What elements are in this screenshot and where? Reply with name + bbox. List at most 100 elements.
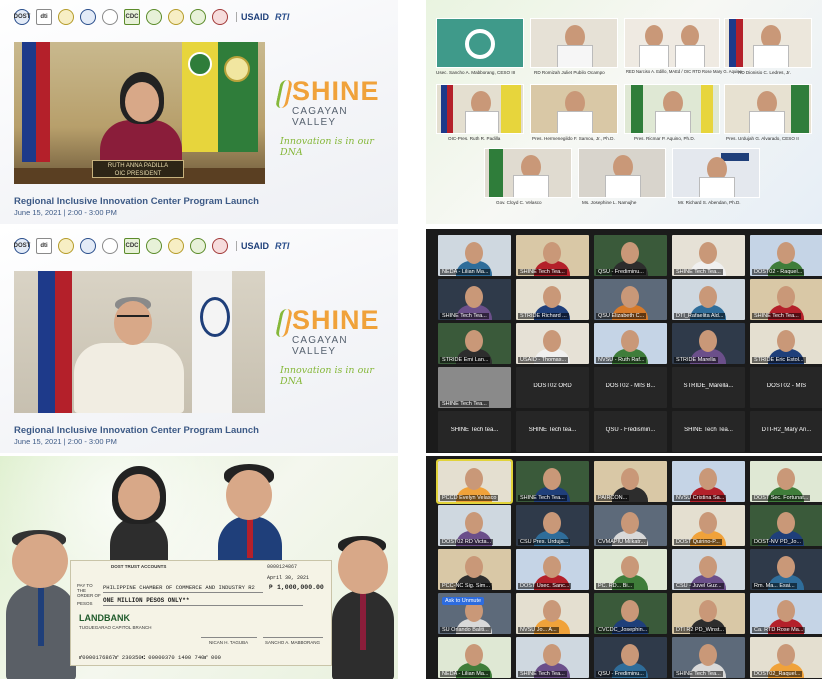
participant-tile-camera-off[interactable]: SHINE Tech tea...	[438, 411, 511, 452]
cheque-account-header: DOST TRUST ACCOUNTS	[111, 564, 167, 569]
participant-name: DOST02 - MIS B...	[605, 383, 656, 389]
participant-tile[interactable]: QSU - Frediminu...	[594, 235, 667, 276]
participant-name: SHINE Tech Tea...	[518, 671, 567, 677]
participant-name: Rm. Ma... Esai...	[752, 583, 797, 589]
participant-tile[interactable]: Ca. RTD Rose Ma...	[750, 593, 822, 634]
participant-face	[777, 600, 795, 622]
participant-face	[699, 512, 717, 534]
participant-tile[interactable]: DOST02 RD Victa...	[438, 505, 511, 546]
participant-tile[interactable]: NEDA - Lilian Ma...	[438, 235, 511, 276]
participant-face	[543, 644, 561, 666]
participant-tile[interactable]: SHINE Tech Tea...	[516, 235, 589, 276]
state-university-seal-logo	[168, 238, 184, 254]
participant-tile[interactable]: CSU Pres. Urduja...	[516, 505, 589, 546]
participant-tile[interactable]: STRIDE Marella	[672, 323, 745, 364]
speaker-face	[125, 82, 159, 122]
participant-name: NVSU Jo... A...	[518, 627, 559, 633]
participant-tile[interactable]: DOST02_Raquel...	[750, 637, 822, 678]
participant-tile-camera-off[interactable]: DOST02 ORD	[516, 367, 589, 408]
participant-tile-camera-off[interactable]: DTI-R2_Mary An...	[750, 411, 822, 452]
participant-tile[interactable]: SU Orlando Baliti... Ask to Unmute	[438, 593, 511, 634]
speaker-body	[74, 343, 184, 413]
participant-tile[interactable]: SHINE Tech Tea...	[516, 461, 589, 502]
participant-tile[interactable]: STRIDE Emi Lan...	[438, 323, 511, 364]
shine-brand: SHINE CAGAYAN VALLEY Innovation is in ou…	[275, 305, 390, 387]
ask-to-unmute-button[interactable]: Ask to Unmute	[442, 597, 485, 605]
participant-tile[interactable]: SHINE Tech Tea...	[672, 637, 745, 678]
agency-seal-logo	[80, 238, 96, 254]
participant-tile[interactable]: NVSU Jo... A...	[516, 593, 589, 634]
participant-tile[interactable]: NVSU Cristina Sa...	[672, 461, 745, 502]
signing-caption: Usec. Sancho A. Mabborang, CESO III	[436, 70, 516, 75]
participant-name: STRIDE Emi Lan...	[440, 357, 491, 363]
participant-face	[543, 242, 561, 264]
participant-tile[interactable]: SHINE Tech Tea...	[750, 279, 822, 320]
signing-caption: RD Romizah Juliet Pubilo Ocampo	[534, 70, 605, 75]
participant-face	[699, 286, 717, 308]
participant-tile-camera-off[interactable]: SHINE Tech Tea...	[672, 411, 745, 452]
rti-logo: RTI	[275, 241, 290, 251]
signing-photo	[724, 84, 812, 134]
event-datetime: June 15, 2021 | 2:00 - 3:00 PM	[14, 208, 117, 217]
participant-tile[interactable]: USAID - Thomas...	[516, 323, 589, 364]
participant-tile[interactable]: QSU - Frediminu...	[594, 637, 667, 678]
participant-tile[interactable]: SHINE Tech Tea...	[438, 279, 511, 320]
participant-name: PC. RD... Bi...	[596, 583, 635, 589]
participant-name: DOST02 RD Victa...	[440, 539, 494, 545]
participant-tile[interactable]: NVSU - Ruth Raf...	[594, 323, 667, 364]
participant-face	[465, 512, 483, 534]
participant-tile[interactable]: SHINE Tech Tea...	[438, 367, 511, 408]
state-university-seal-logo	[168, 9, 184, 25]
participant-tile[interactable]: DOST Usec. Sanc...	[516, 549, 589, 590]
participant-name: QSU - Frediminu...	[596, 269, 646, 275]
participant-tile[interactable]: SHINE Tech Tea...	[672, 235, 745, 276]
participant-tile-camera-off[interactable]: SHINE Tech tea...	[516, 411, 589, 452]
participant-tile[interactable]: DOST Sec. Fortunat...	[750, 461, 822, 502]
participant-tile[interactable]: DTI_Rafaelita Ald...	[672, 279, 745, 320]
video-call-gallery-2: PCCD Evelyn Velasco SHINE Tech Tea... PAIR…	[426, 456, 822, 679]
participant-tile[interactable]: DOST-NV PD_Jo...	[750, 505, 822, 546]
participant-tile[interactable]: DOST02 - Raquel...	[750, 235, 822, 276]
participant-tile[interactable]: PAIRCON...	[594, 461, 667, 502]
participant-face	[465, 556, 483, 578]
participant-tile-camera-off[interactable]: QSU - Fredismin...	[594, 411, 667, 452]
participant-tile[interactable]: NEDA - Lilian Ma...	[438, 637, 511, 678]
signing-caption: Ms. Josephine L. Namujhe	[582, 200, 637, 205]
participant-tile[interactable]: CVMAPIU Milkatr...	[594, 505, 667, 546]
participant-face	[621, 556, 639, 578]
participant-tile[interactable]: CVCDC_Josephin...	[594, 593, 667, 634]
signing-photo	[724, 18, 812, 68]
participant-tile[interactable]: PC. RD... Bi...	[594, 549, 667, 590]
participant-name: SHINE Tech Tea...	[440, 401, 489, 407]
signing-caption: RED Narciso A. Edillo, MAEd / OIC RTD Ro…	[626, 69, 742, 74]
shine-logo-text: SHINE	[292, 305, 380, 335]
participant-name: SHINE Tech Tea...	[440, 313, 489, 319]
signing-caption: OIC-Pres. Ruth R. Padilla	[448, 136, 501, 141]
participant-tile[interactable]: PCCD Evelyn Velasco	[436, 459, 513, 504]
speaker-nameplate: RUTH ANNA PADILLA OIC PRESIDENT	[92, 160, 184, 178]
shine-subtitle: CAGAYAN VALLEY	[292, 335, 348, 357]
participant-tile-camera-off[interactable]: STRIDE_Marella...	[672, 367, 745, 408]
participant-tile[interactable]: DTI R2 PD_Winst...	[672, 593, 745, 634]
speaker-video-1: RUTH ANNA PADILLA OIC PRESIDENT	[14, 42, 265, 184]
participant-face	[777, 644, 795, 666]
participant-tile[interactable]: QSU Elizabeth C...	[594, 279, 667, 320]
participant-tile[interactable]: STRIDE Richard ...	[516, 279, 589, 320]
participant-face	[777, 556, 795, 578]
signing-collage: Usec. Sancho A. Mabborang, CESO III RD R…	[426, 0, 822, 224]
participant-tile[interactable]: DOST Quirino-P...	[672, 505, 745, 546]
participant-tile[interactable]: Rm. Ma... Esai...	[750, 549, 822, 590]
participant-tile[interactable]: SHINE Tech Tea...	[516, 637, 589, 678]
rti-logo: RTI	[275, 12, 290, 22]
participant-face	[699, 468, 717, 490]
participant-tile-camera-off[interactable]: DOST02 - MIS	[750, 367, 822, 408]
participant-tile[interactable]: PCC-NC Sig. Sim...	[438, 549, 511, 590]
participant-name: SHINE Tech Tea...	[674, 269, 723, 275]
participant-name: SHINE Tech tea...	[450, 427, 499, 433]
participant-tile-camera-off[interactable]: DOST02 - MIS B...	[594, 367, 667, 408]
participant-face	[543, 600, 561, 622]
participant-face	[621, 330, 639, 352]
participant-tile[interactable]: STRIDE Eric Estol...	[750, 323, 822, 364]
dost-logo: DOST	[14, 9, 30, 25]
participant-tile[interactable]: CSU - Juvel Guz...	[672, 549, 745, 590]
